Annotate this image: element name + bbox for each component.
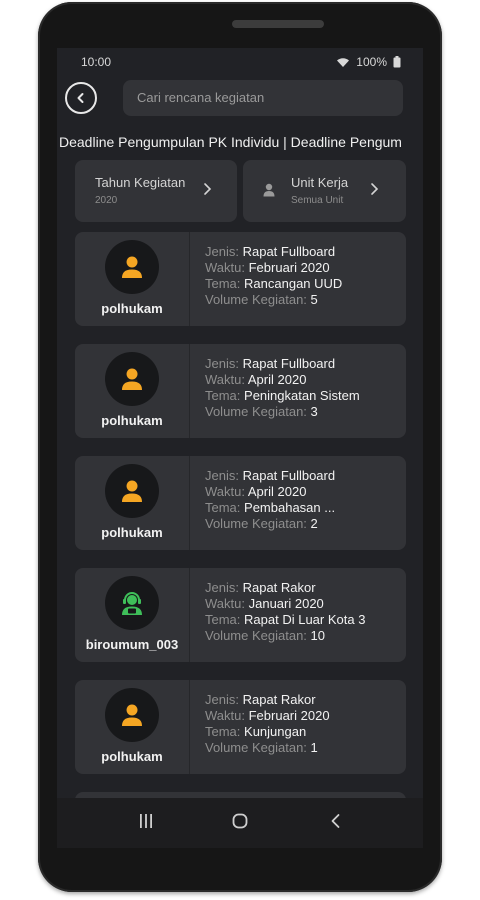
speaker-grille: [232, 20, 324, 28]
filter-tahun-kegiatan[interactable]: Tahun Kegiatan 2020: [75, 160, 237, 222]
value-jenis: Rapat Fullboard: [242, 356, 336, 371]
card-details: Jenis: Rapat Fullboard Waktu: Februari 2…: [205, 244, 342, 308]
status-bar: 10:00 100%: [57, 48, 423, 74]
label-tema: Tema:: [205, 612, 241, 627]
value-volume: 10: [310, 628, 325, 643]
value-tema: Pembahasan ...: [244, 500, 336, 515]
label-waktu: Waktu:: [205, 708, 245, 723]
filter-title: Unit Kerja: [291, 175, 349, 190]
home-icon[interactable]: [232, 813, 248, 829]
chevron-right-icon: [371, 183, 379, 195]
value-jenis: Rapat Rakor: [242, 692, 316, 707]
activity-card[interactable]: polhukam Jenis: Rapat Fullboard Waktu: F…: [75, 232, 406, 326]
label-volume: Volume Kegiatan:: [205, 516, 307, 531]
label-tema: Tema:: [205, 276, 241, 291]
user-icon: [122, 480, 142, 502]
card-username: polhukam: [101, 301, 163, 316]
value-volume: 3: [310, 404, 318, 419]
back-arrow-icon: [77, 93, 84, 103]
value-jenis: Rapat Fullboard: [242, 468, 336, 483]
card-divider: [189, 344, 190, 438]
card-details: Jenis: Rapat Fullboard Waktu: April 2020…: [205, 356, 360, 420]
battery-percent: 100%: [356, 55, 387, 69]
value-tema: Kunjungan: [244, 724, 307, 739]
value-tema: Rapat Di Luar Kota 3: [244, 612, 366, 627]
value-tema: Rancangan UUD: [244, 276, 343, 291]
wifi-icon: [337, 57, 350, 67]
status-time: 10:00: [81, 55, 112, 69]
person-icon: [263, 183, 275, 197]
value-waktu: April 2020: [247, 372, 307, 387]
label-jenis: Jenis:: [205, 580, 239, 595]
value-tema: Peningkatan Sistem: [244, 388, 360, 403]
label-volume: Volume Kegiatan:: [205, 628, 307, 643]
system-nav-bar: [57, 798, 423, 848]
card-divider: [189, 232, 190, 326]
card-details: Jenis: Rapat Rakor Waktu: Januari 2020 T…: [205, 580, 365, 644]
value-jenis: Rapat Rakor: [242, 580, 316, 595]
activity-card[interactable]: polhukam Jenis: Rapat Fullboard Waktu: A…: [75, 344, 406, 438]
value-volume: 5: [310, 292, 318, 307]
filter-value: Semua Unit: [291, 195, 344, 206]
label-waktu: Waktu:: [205, 372, 245, 387]
chevron-right-icon: [204, 183, 212, 195]
search-input[interactable]: Cari rencana kegiatan: [123, 80, 403, 116]
value-jenis: Rapat Fullboard: [242, 244, 336, 259]
card-divider: [189, 680, 190, 774]
avatar: [105, 240, 159, 294]
label-waktu: Waktu:: [205, 596, 245, 611]
back-button[interactable]: [65, 82, 97, 114]
avatar: [105, 688, 159, 742]
user-icon: [122, 256, 142, 278]
label-tema: Tema:: [205, 500, 241, 515]
card-divider: [189, 456, 190, 550]
card-username: polhukam: [101, 413, 163, 428]
user-icon: [122, 368, 142, 390]
activity-card[interactable]: biroumum_003 Jenis: Rapat Rakor Waktu: J…: [75, 568, 406, 662]
value-waktu: Februari 2020: [248, 260, 330, 275]
label-tema: Tema:: [205, 388, 241, 403]
announcement-marquee: Deadline Pengumpulan PK Individu | Deadl…: [59, 134, 402, 150]
activity-card[interactable]: polhukam Jenis: Rapat Rakor Waktu: Febru…: [75, 680, 406, 774]
battery-icon: [393, 56, 401, 68]
user-icon: [122, 704, 142, 726]
card-details: Jenis: Rapat Rakor Waktu: Februari 2020 …: [205, 692, 330, 756]
card-username: polhukam: [101, 525, 163, 540]
avatar: [105, 352, 159, 406]
filter-title: Tahun Kegiatan: [95, 175, 186, 190]
label-volume: Volume Kegiatan:: [205, 292, 307, 307]
avatar: [105, 576, 159, 630]
activity-card[interactable]: polhukam Jenis: Rapat Fullboard Waktu: A…: [75, 456, 406, 550]
back-nav-icon[interactable]: [328, 813, 344, 829]
app-screen: 10:00 100% Cari rencana kegiatan Deadlin…: [57, 48, 423, 848]
label-jenis: Jenis:: [205, 244, 239, 259]
filter-unit-kerja[interactable]: Unit Kerja Semua Unit: [243, 160, 406, 222]
label-waktu: Waktu:: [205, 260, 245, 275]
label-jenis: Jenis:: [205, 468, 239, 483]
value-waktu: April 2020: [247, 484, 307, 499]
recent-apps-icon[interactable]: [138, 813, 154, 829]
card-details: Jenis: Rapat Fullboard Waktu: April 2020…: [205, 468, 335, 532]
label-volume: Volume Kegiatan:: [205, 740, 307, 755]
label-jenis: Jenis:: [205, 356, 239, 371]
card-username: biroumum_003: [85, 637, 179, 652]
label-waktu: Waktu:: [205, 484, 245, 499]
value-volume: 2: [310, 516, 318, 531]
user-support-icon: [122, 592, 142, 615]
value-waktu: Januari 2020: [248, 596, 324, 611]
card-username: polhukam: [101, 749, 163, 764]
value-volume: 1: [310, 740, 318, 755]
label-jenis: Jenis:: [205, 692, 239, 707]
label-tema: Tema:: [205, 724, 241, 739]
card-divider: [189, 568, 190, 662]
value-waktu: Februari 2020: [248, 708, 330, 723]
label-volume: Volume Kegiatan:: [205, 404, 307, 419]
avatar: [105, 464, 159, 518]
filter-value: 2020: [95, 195, 118, 206]
